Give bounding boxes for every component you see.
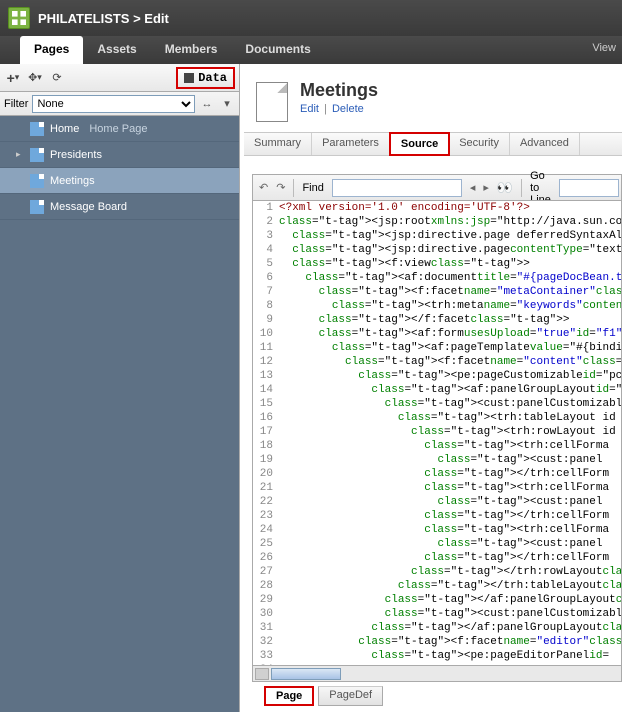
move-icon[interactable]: ✥▾: [26, 69, 44, 87]
tab-assets[interactable]: Assets: [83, 36, 150, 64]
goto-input[interactable]: [559, 179, 619, 197]
app-logo: [8, 7, 30, 29]
code-line: 2class="t-tag"><jsp:root xmlns:jsp="http…: [253, 215, 621, 229]
filter-select[interactable]: None: [32, 95, 195, 113]
page-title: Meetings: [300, 80, 378, 101]
code-line: 12 class="t-tag"><f:facet name="content"…: [253, 355, 621, 369]
edit-link[interactable]: Edit: [300, 103, 319, 115]
page-file-icon: [30, 174, 44, 188]
code-line: 18 class="t-tag"><trh:cellForma: [253, 439, 621, 453]
code-line: 5 class="t-tag"><f:viewclass="t-tag">>: [253, 257, 621, 271]
filter-label: Filter: [4, 98, 28, 110]
nav-view-link[interactable]: View: [592, 42, 616, 54]
find-input[interactable]: [332, 179, 462, 197]
bottom-tab-pagedef[interactable]: PageDef: [318, 686, 383, 706]
tab-documents[interactable]: Documents: [231, 36, 324, 64]
subtab-advanced[interactable]: Advanced: [510, 133, 580, 155]
code-line: 29 class="t-tag"></af:panelGroupLayoutcl…: [253, 593, 621, 607]
page-file-icon: [30, 148, 44, 162]
code-line: 10 class="t-tag"><af:form usesUpload="tr…: [253, 327, 621, 341]
page-tree: HomeHome Page▸PresidentsMeetingsMessage …: [0, 116, 239, 712]
undo-icon[interactable]: ↶: [259, 179, 268, 197]
expand-horizontal-icon[interactable]: ↔: [199, 96, 215, 112]
code-line: 7 class="t-tag"><f:facet name="metaConta…: [253, 285, 621, 299]
code-line: 24 class="t-tag"><trh:cellForma: [253, 523, 621, 537]
find-prev-icon[interactable]: ◂: [470, 179, 476, 197]
bottom-tab-page[interactable]: Page: [264, 686, 314, 706]
code-line: 27 class="t-tag"></trh:rowLayoutclass="t…: [253, 565, 621, 579]
code-line: 16 class="t-tag"><trh:tableLayout id: [253, 411, 621, 425]
code-line: 14 class="t-tag"><af:panelGroupLayout id…: [253, 383, 621, 397]
code-line: 31 class="t-tag"></af:panelGroupLayoutcl…: [253, 621, 621, 635]
subtab-source[interactable]: Source: [389, 132, 450, 156]
code-line: 34: [253, 663, 621, 666]
caret-icon: ▸: [16, 149, 24, 160]
delete-link[interactable]: Delete: [332, 103, 364, 115]
code-line: 20 class="t-tag"></trh:cellForm: [253, 467, 621, 481]
code-line: 19 class="t-tag"><cust:panel: [253, 453, 621, 467]
subtab-parameters[interactable]: Parameters: [312, 133, 390, 155]
find-next-icon[interactable]: ▸: [483, 179, 489, 197]
page-icon: [256, 82, 288, 122]
code-line: 32 class="t-tag"><f:facet name="editor"c…: [253, 635, 621, 649]
code-line: 25 class="t-tag"><cust:panel: [253, 537, 621, 551]
page-file-icon: [30, 200, 44, 214]
tree-item-presidents[interactable]: ▸Presidents: [0, 142, 239, 168]
code-line: 30 class="t-tag"><cust:panelCustomizable: [253, 607, 621, 621]
subtab-summary[interactable]: Summary: [244, 133, 312, 155]
code-line: 9 class="t-tag"></f:facetclass="t-tag">>: [253, 313, 621, 327]
code-line: 23 class="t-tag"></trh:cellForm: [253, 509, 621, 523]
tab-pages[interactable]: Pages: [20, 36, 83, 64]
code-line: 15 class="t-tag"><cust:panelCustomizable: [253, 397, 621, 411]
find-label: Find: [302, 182, 323, 194]
code-line: 33 class="t-tag"><pe:pageEditorPanel id=: [253, 649, 621, 663]
subtab-security[interactable]: Security: [449, 133, 510, 155]
horizontal-scrollbar[interactable]: [252, 666, 622, 682]
code-line: 28 class="t-tag"></trh:tableLayoutclass=…: [253, 579, 621, 593]
dropdown-icon[interactable]: ▾: [219, 96, 235, 112]
code-line: 4 class="t-tag"><jsp:directive.page cont…: [253, 243, 621, 257]
add-icon[interactable]: +▾: [4, 69, 22, 87]
tree-item-home[interactable]: HomeHome Page: [0, 116, 239, 142]
data-icon: [184, 73, 194, 83]
code-line: 8 class="t-tag"><trh:meta name="keywords…: [253, 299, 621, 313]
breadcrumb: PHILATELISTS > Edit: [38, 11, 169, 26]
code-line: 6 class="t-tag"><af:document title="#{pa…: [253, 271, 621, 285]
redo-icon[interactable]: ↷: [276, 179, 285, 197]
code-line: 11 class="t-tag"><af:pageTemplate value=…: [253, 341, 621, 355]
binoculars-icon[interactable]: 👀: [497, 179, 513, 197]
code-line: 13 class="t-tag"><pe:pageCustomizable id…: [253, 369, 621, 383]
page-file-icon: [30, 122, 44, 136]
source-editor[interactable]: 1<?xml version='1.0' encoding='UTF-8'?>2…: [252, 200, 622, 666]
refresh-icon[interactable]: ⟳: [48, 69, 66, 87]
code-line: 21 class="t-tag"><trh:cellForma: [253, 481, 621, 495]
tree-item-message-board[interactable]: Message Board: [0, 194, 239, 220]
code-line: 17 class="t-tag"><trh:rowLayout id: [253, 425, 621, 439]
code-line: 22 class="t-tag"><cust:panel: [253, 495, 621, 509]
data-button[interactable]: Data: [176, 67, 235, 89]
code-line: 26 class="t-tag"></trh:cellForm: [253, 551, 621, 565]
tree-item-meetings[interactable]: Meetings: [0, 168, 239, 194]
tab-members[interactable]: Members: [151, 36, 232, 64]
code-line: 1<?xml version='1.0' encoding='UTF-8'?>: [253, 201, 621, 215]
code-line: 3 class="t-tag"><jsp:directive.page defe…: [253, 229, 621, 243]
